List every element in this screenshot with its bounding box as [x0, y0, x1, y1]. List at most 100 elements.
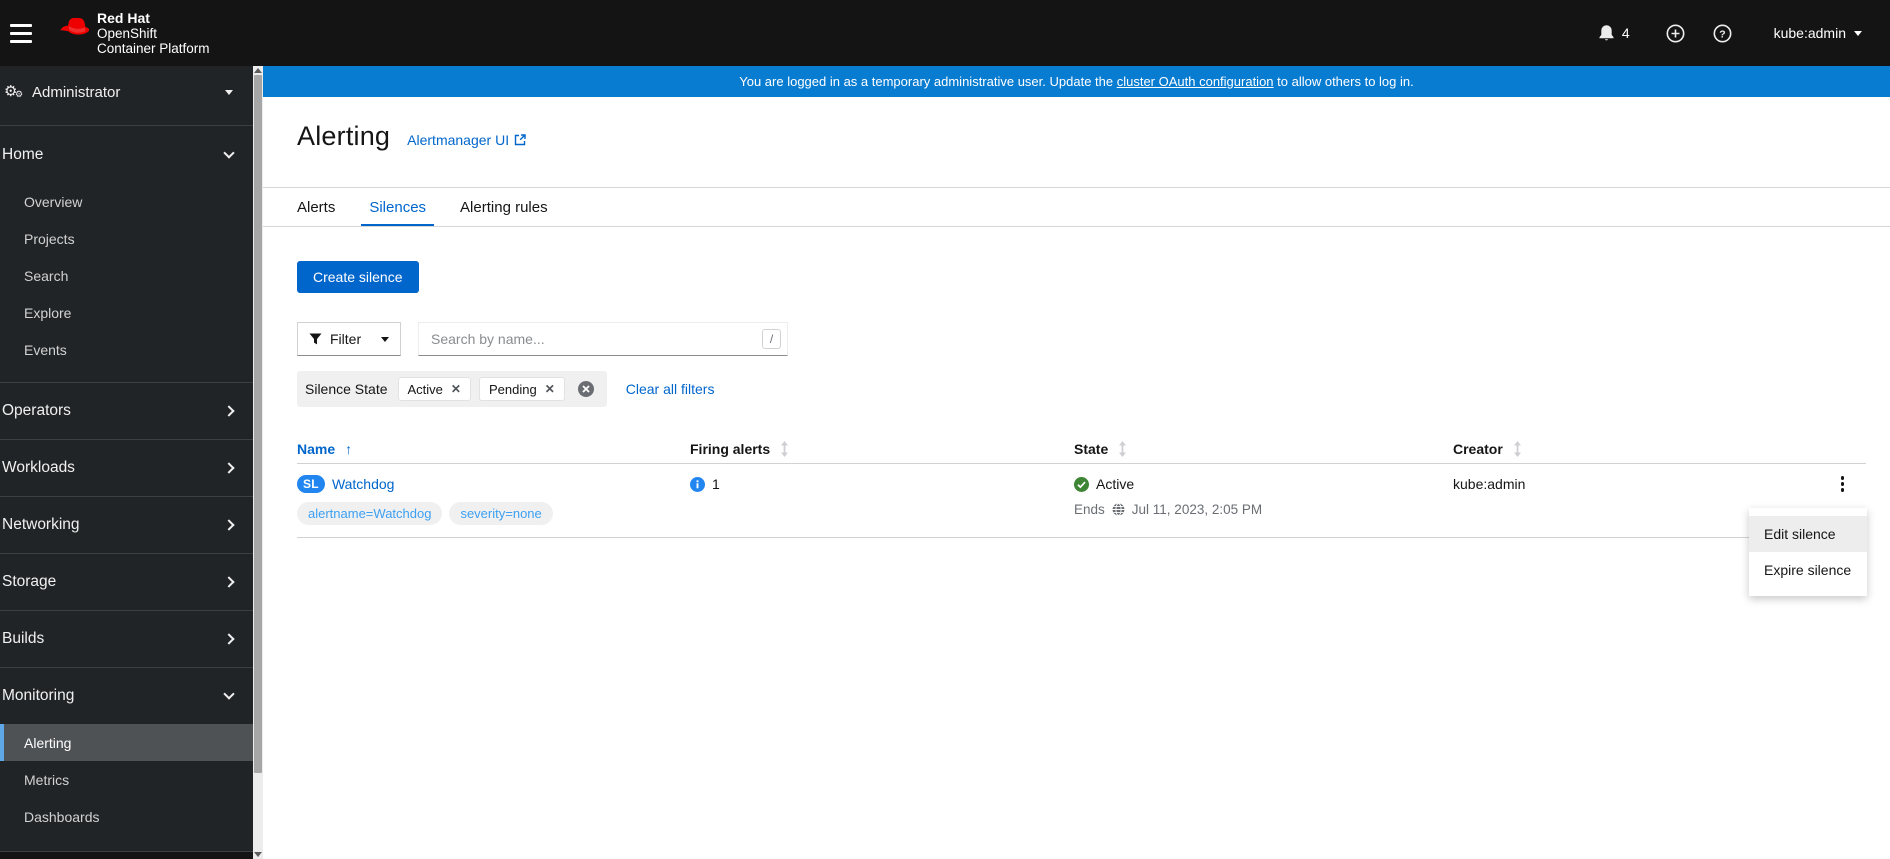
filter-toolbar: Filter / — [297, 322, 788, 356]
chevron-right-icon — [223, 576, 235, 588]
cluster-oauth-link[interactable]: cluster OAuth configuration — [1117, 74, 1274, 89]
chip-group-label: Silence State — [305, 381, 388, 397]
perspective-switcher[interactable]: ⚙ ⚙ Administrator — [0, 66, 253, 118]
temp-admin-banner: You are logged in as a temporary adminis… — [263, 66, 1890, 97]
sidebar-item-metrics[interactable]: Metrics — [0, 761, 253, 798]
tab-silences[interactable]: Silences — [361, 188, 434, 227]
cogs-icon: ⚙ ⚙ — [4, 83, 24, 100]
scrollbar-thumb[interactable] — [254, 75, 262, 773]
banner-text-after: to allow others to log in. — [1273, 74, 1414, 89]
state-cell: Active Ends Jul 11, 2023, 2:05 PM — [1074, 476, 1263, 517]
username: kube:admin — [1773, 25, 1846, 41]
firing-alerts-cell: 1 — [690, 474, 1074, 525]
chevron-right-icon — [223, 462, 235, 474]
silence-name-link[interactable]: Watchdog — [332, 476, 395, 492]
silence-state-chip-group: Silence State Active ✕ Pending ✕ — [297, 371, 607, 407]
brand-line3: Container Platform — [97, 40, 210, 56]
notifications-button[interactable]: 4 — [1598, 24, 1630, 42]
table-row: SL Watchdog alertname=Watchdog severity=… — [297, 464, 1866, 538]
chevron-down-icon — [223, 688, 235, 700]
sidebar-item-dashboards[interactable]: Dashboards — [0, 798, 253, 835]
sort-both-icon — [1513, 440, 1521, 457]
tabs: Alerts Silences Alerting rules — [289, 188, 574, 227]
bell-icon — [1599, 25, 1614, 41]
silences-table: Name ↑ Firing alerts State Creator SL Wa… — [297, 434, 1866, 538]
chevron-right-icon — [223, 519, 235, 531]
menu-item-edit-silence[interactable]: Edit silence — [1749, 516, 1867, 552]
clear-chip-group-icon[interactable] — [577, 380, 595, 398]
hamburger-menu-icon[interactable] — [10, 16, 44, 50]
notification-count: 4 — [1621, 25, 1630, 41]
menu-item-expire-silence[interactable]: Expire silence — [1749, 552, 1867, 588]
caret-down-icon — [225, 89, 233, 95]
active-filters-row: Silence State Active ✕ Pending ✕ Clear a… — [297, 371, 714, 407]
globe-icon — [1112, 503, 1125, 516]
filter-funnel-icon — [309, 333, 322, 345]
sidebar-item-overview[interactable]: Overview — [0, 183, 253, 220]
label-chip-alertname[interactable]: alertname=Watchdog — [297, 502, 443, 525]
sidebar-item-home[interactable]: Home — [0, 126, 253, 183]
brand-line1: Red Hat — [97, 9, 150, 26]
create-silence-button[interactable]: Create silence — [297, 261, 419, 293]
sidebar-item-operators[interactable]: Operators — [0, 382, 253, 439]
tab-alerting-rules[interactable]: Alerting rules — [452, 188, 556, 226]
sort-both-icon — [781, 440, 789, 457]
sidebar-item-builds[interactable]: Builds — [0, 610, 253, 667]
external-link-icon — [514, 134, 526, 146]
help-icon[interactable]: ? — [1713, 24, 1732, 43]
chevron-right-icon — [223, 405, 235, 417]
creator-cell: kube:admin — [1453, 476, 1526, 492]
info-circle-icon — [690, 476, 705, 492]
page-title: Alerting — [297, 121, 391, 151]
sidebar-item-projects[interactable]: Projects — [0, 220, 253, 257]
chevron-down-icon — [223, 146, 235, 159]
sidebar-nav: ⚙ ⚙ Administrator Home Overview Projects … — [0, 66, 263, 859]
sidebar-item-networking[interactable]: Networking — [0, 496, 253, 553]
import-yaml-plus-icon[interactable] — [1666, 24, 1685, 43]
app-launcher-icon[interactable] — [1541, 24, 1560, 43]
sidebar-scrollbar[interactable] — [253, 66, 263, 859]
chevron-right-icon — [223, 633, 235, 645]
chip-active: Active ✕ — [397, 377, 471, 401]
user-menu[interactable]: kube:admin — [1774, 25, 1862, 41]
search-input[interactable] — [418, 322, 788, 356]
silence-resource-badge: SL — [297, 475, 325, 493]
remove-chip-icon[interactable]: ✕ — [545, 382, 555, 396]
row-actions-menu: Edit silence Expire silence — [1749, 508, 1867, 596]
clear-all-filters-link[interactable]: Clear all filters — [626, 381, 715, 397]
sidebar-bottom-divider — [0, 851, 253, 859]
chevron-down-icon — [1854, 30, 1862, 36]
filter-dropdown[interactable]: Filter — [297, 322, 401, 356]
column-header-name[interactable]: Name ↑ — [297, 434, 690, 463]
kebab-menu-icon[interactable] — [1835, 472, 1851, 496]
column-header-creator[interactable]: Creator — [1453, 434, 1787, 463]
sidebar-item-alerting[interactable]: Alerting — [0, 724, 253, 761]
sidebar-item-events[interactable]: Events — [0, 331, 253, 368]
banner-text-before: You are logged in as a temporary adminis… — [739, 74, 1117, 89]
sort-both-icon — [1119, 440, 1127, 457]
sidebar-item-explore[interactable]: Explore — [0, 294, 253, 331]
tab-alerts[interactable]: Alerts — [289, 188, 343, 226]
caret-down-icon — [381, 336, 389, 342]
name-cell: SL Watchdog alertname=Watchdog severity=… — [297, 474, 690, 525]
remove-chip-icon[interactable]: ✕ — [451, 382, 461, 396]
table-header-row: Name ↑ Firing alerts State Creator — [297, 434, 1866, 464]
sidebar-item-workloads[interactable]: Workloads — [0, 439, 253, 496]
label-chip-severity[interactable]: severity=none — [449, 502, 553, 525]
masthead: Red Hat OpenShift Container Platform 4 ?… — [0, 0, 1890, 66]
alertmanager-ui-link[interactable]: Alertmanager UI — [407, 132, 526, 148]
svg-text:?: ? — [1719, 29, 1725, 40]
chip-pending: Pending ✕ — [478, 377, 565, 401]
search-shortcut-hint: / — [762, 329, 781, 349]
column-header-state[interactable]: State — [1074, 434, 1453, 463]
brand-line2: OpenShift — [97, 25, 158, 41]
brand-logo: Red Hat OpenShift Container Platform — [60, 9, 210, 56]
sidebar-item-search[interactable]: Search — [0, 257, 253, 294]
perspective-label: Administrator — [32, 83, 121, 101]
check-circle-icon — [1074, 476, 1089, 492]
redhat-fedora-icon — [60, 17, 90, 35]
column-header-firing-alerts[interactable]: Firing alerts — [690, 434, 1074, 463]
tabs-divider — [263, 226, 1890, 227]
sidebar-item-storage[interactable]: Storage — [0, 553, 253, 610]
sidebar-item-monitoring[interactable]: Monitoring — [0, 667, 253, 724]
